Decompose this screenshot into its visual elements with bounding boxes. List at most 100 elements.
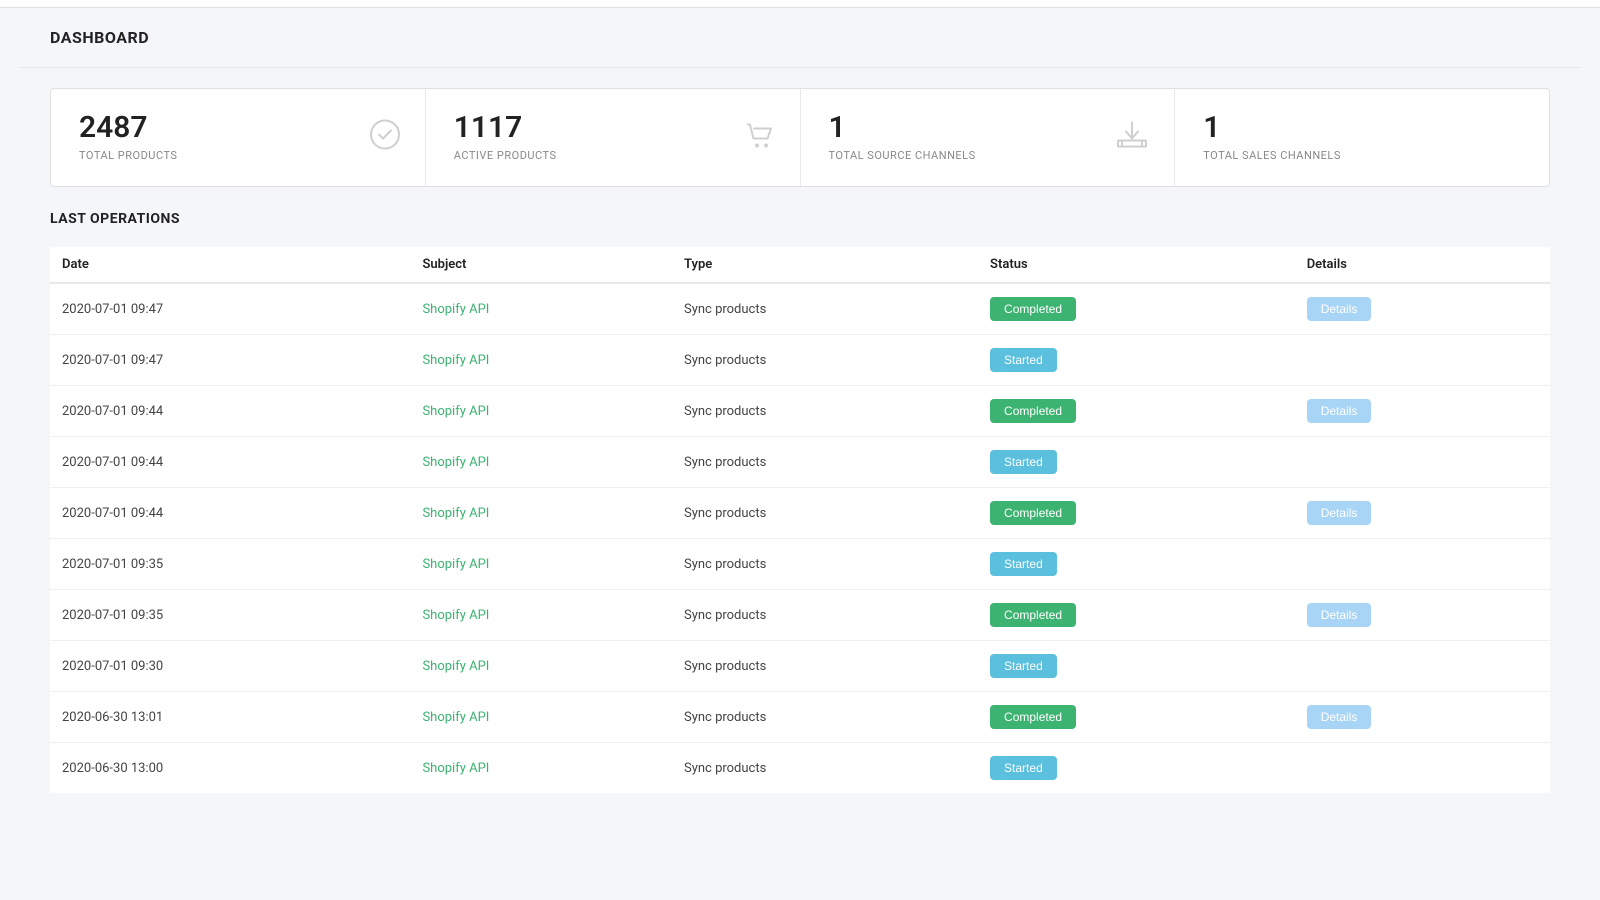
cell-status: Completed xyxy=(978,283,1295,335)
cell-details xyxy=(1295,641,1550,692)
status-badge[interactable]: Completed xyxy=(990,297,1076,321)
cell-type: Sync products xyxy=(672,692,978,743)
status-badge[interactable]: Completed xyxy=(990,399,1076,423)
cell-status: Started xyxy=(978,335,1295,386)
subject-link[interactable]: Shopify API xyxy=(422,608,489,623)
stats-row: 2487 TOTAL PRODUCTS 1117 ACTIVE PRODUCTS xyxy=(50,88,1550,187)
table-row: 2020-07-01 09:35Shopify APISync products… xyxy=(50,539,1550,590)
details-button[interactable]: Details xyxy=(1307,705,1372,729)
cell-date: 2020-07-01 09:35 xyxy=(50,539,410,590)
cell-type: Sync products xyxy=(672,641,978,692)
cell-type: Sync products xyxy=(672,590,978,641)
cell-subject[interactable]: Shopify API xyxy=(410,692,672,743)
section-title: LAST OPERATIONS xyxy=(50,211,1550,227)
cell-subject[interactable]: Shopify API xyxy=(410,743,672,794)
active-products-number: 1117 xyxy=(454,113,772,143)
table-row: 2020-07-01 09:30 Shopify API Sync products… xyxy=(50,641,1550,692)
cell-type: Sync products xyxy=(672,283,978,335)
cell-status: Completed xyxy=(978,386,1295,437)
download-icon xyxy=(1114,118,1150,157)
table-row: 2020-07-01 09:44 Shopify API Sync products… xyxy=(50,437,1550,488)
cell-date: 2020-06-30 13:00 xyxy=(50,743,410,794)
subject-link[interactable]: Shopify API xyxy=(422,455,489,470)
col-header-type: Type xyxy=(672,247,978,283)
subject-link[interactable]: Shopify API xyxy=(422,557,489,572)
sales-channels-number: 1 xyxy=(1203,113,1521,143)
cell-details xyxy=(1295,539,1550,590)
cell-details: Details xyxy=(1295,386,1550,437)
table-row: 2020-07-01 09:44 Shopify API Sync products… xyxy=(50,386,1550,437)
operations-table: Date Subject Type Status Details 2020-07… xyxy=(50,247,1550,793)
cell-date: 2020-07-01 09:44 xyxy=(50,488,410,539)
status-badge[interactable]: Completed xyxy=(990,705,1076,729)
table-row: 2020-07-01 09:47Shopify APISync products… xyxy=(50,335,1550,386)
cell-date: 2020-06-30 13:01 xyxy=(50,692,410,743)
cell-details: Details xyxy=(1295,692,1550,743)
cell-details: Details xyxy=(1295,283,1550,335)
table-row: 2020-06-30 13:00 Shopify API Sync products… xyxy=(50,743,1550,794)
subject-link[interactable]: Shopify API xyxy=(422,506,489,521)
cell-type: Sync products xyxy=(672,386,978,437)
details-button[interactable]: Details xyxy=(1307,501,1372,525)
status-badge[interactable]: Started xyxy=(990,654,1057,678)
stat-card-active-products: 1117 ACTIVE PRODUCTS xyxy=(426,89,801,186)
cell-subject[interactable]: Shopify API xyxy=(410,641,672,692)
cell-type: Sync products xyxy=(672,437,978,488)
total-products-number: 2487 xyxy=(79,113,397,143)
cell-date: 2020-07-01 09:35 xyxy=(50,590,410,641)
status-badge[interactable]: Started xyxy=(990,348,1057,372)
cell-status: Started xyxy=(978,437,1295,488)
subject-link[interactable]: Shopify API xyxy=(422,404,489,419)
active-products-label: ACTIVE PRODUCTS xyxy=(454,149,772,162)
check-circle-icon xyxy=(369,118,401,157)
col-header-date: Date xyxy=(50,247,410,283)
table-row: 2020-07-01 09:47 Shopify API Sync products… xyxy=(50,283,1550,335)
subject-link[interactable]: Shopify API xyxy=(422,659,489,674)
cell-subject[interactable]: Shopify API xyxy=(410,590,672,641)
details-button[interactable]: Details xyxy=(1307,297,1372,321)
stat-card-sales-channels: 1 TOTAL SALES CHANNELS xyxy=(1175,89,1549,186)
cell-type: Sync products xyxy=(672,743,978,794)
subject-link[interactable]: Shopify API xyxy=(422,302,489,317)
cell-status: Completed xyxy=(978,692,1295,743)
cell-status: Started xyxy=(978,539,1295,590)
stat-card-source-channels: 1 TOTAL SOURCE CHANNELS xyxy=(801,89,1176,186)
cell-date: 2020-07-01 09:47 xyxy=(50,283,410,335)
cell-status: Completed xyxy=(978,488,1295,539)
subject-link[interactable]: Shopify API xyxy=(422,761,489,776)
status-badge[interactable]: Completed xyxy=(990,603,1076,627)
status-badge[interactable]: Started xyxy=(990,450,1057,474)
cell-date: 2020-07-01 09:44 xyxy=(50,386,410,437)
table-row: 2020-06-30 13:01 Shopify API Sync products… xyxy=(50,692,1550,743)
cell-subject[interactable]: Shopify API xyxy=(410,437,672,488)
cell-status: Completed xyxy=(978,590,1295,641)
details-button[interactable]: Details xyxy=(1307,399,1372,423)
cell-date: 2020-07-01 09:44 xyxy=(50,437,410,488)
cell-subject[interactable]: Shopify API xyxy=(410,539,672,590)
cell-subject[interactable]: Shopify API xyxy=(410,335,672,386)
details-button[interactable]: Details xyxy=(1307,603,1372,627)
cell-subject[interactable]: Shopify API xyxy=(410,283,672,335)
cell-subject[interactable]: Shopify API xyxy=(410,386,672,437)
status-badge[interactable]: Completed xyxy=(990,501,1076,525)
page-title: DASHBOARD xyxy=(50,28,1550,47)
cell-details: Details xyxy=(1295,590,1550,641)
cell-status: Started xyxy=(978,743,1295,794)
cell-date: 2020-07-01 09:47 xyxy=(50,335,410,386)
status-badge[interactable]: Started xyxy=(990,552,1057,576)
subject-link[interactable]: Shopify API xyxy=(422,353,489,368)
cell-details xyxy=(1295,437,1550,488)
last-operations-section: LAST OPERATIONS Date Subject Type Status… xyxy=(50,211,1550,793)
table-row: 2020-07-01 09:35 Shopify API Sync products… xyxy=(50,590,1550,641)
subject-link[interactable]: Shopify API xyxy=(422,710,489,725)
cell-details: Details xyxy=(1295,488,1550,539)
cell-date: 2020-07-01 09:30 xyxy=(50,641,410,692)
status-badge[interactable]: Started xyxy=(990,756,1057,780)
cell-subject[interactable]: Shopify API xyxy=(410,488,672,539)
cell-status: Started xyxy=(978,641,1295,692)
source-channels-number: 1 xyxy=(829,113,1147,143)
stat-card-total-products: 2487 TOTAL PRODUCTS xyxy=(51,89,426,186)
cell-details xyxy=(1295,335,1550,386)
col-header-details: Details xyxy=(1295,247,1550,283)
cell-type: Sync products xyxy=(672,488,978,539)
